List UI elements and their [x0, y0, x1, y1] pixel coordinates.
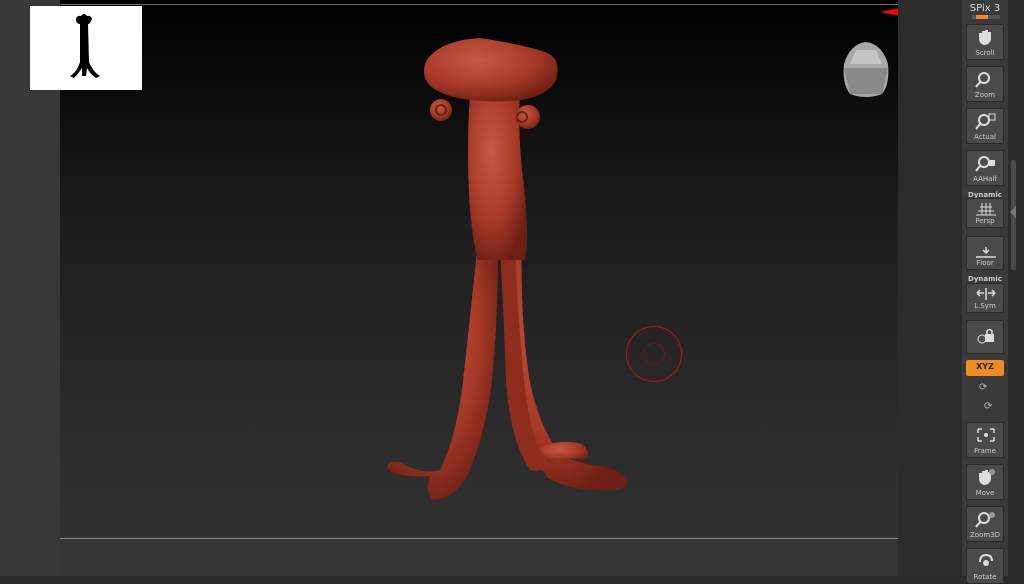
hand-scroll-icon [979, 30, 991, 45]
lsym-dynamic-label: Dynamic [968, 275, 1002, 283]
lsym-button[interactable]: L.Sym [966, 283, 1004, 313]
lock-icon [977, 328, 994, 344]
brush-cursor [626, 326, 682, 382]
xyz-rotate-button[interactable]: XYZ [966, 360, 1004, 376]
y-rotate-icon[interactable]: ⟳ [979, 382, 987, 393]
scroll-button-label: Scroll [975, 49, 995, 57]
zoom-button-label: Zoom [974, 91, 996, 99]
actual-button-label: Actual [974, 133, 996, 141]
lsym-button-label: L.Sym [974, 302, 996, 310]
scroll-button[interactable]: Scroll [966, 24, 1004, 60]
persp-button[interactable]: Persp [966, 198, 1004, 228]
move-button-label: Move [975, 489, 995, 497]
lock-button[interactable] [966, 320, 1004, 354]
zoom3d-button[interactable]: Zoom3D [966, 506, 1004, 542]
persp-button-label: Persp [975, 217, 995, 225]
move-button[interactable]: Move [966, 464, 1004, 500]
magnifier-zoom-icon [975, 72, 990, 88]
spix-label: SPix 3 [969, 3, 1001, 14]
z-rotate-icon[interactable]: ⟳ [984, 401, 992, 412]
right-toolbar: SPix 3 Scroll Zoom Actual AAHalf Dynamic… [962, 0, 1008, 584]
frame-button-label: Frame [974, 447, 996, 455]
spix-slider[interactable] [972, 15, 1000, 19]
floor-button[interactable]: Floor [966, 236, 1004, 270]
toolbar-gap [898, 0, 962, 576]
view-cube-icon[interactable] [838, 40, 894, 100]
magnifier-actual-icon [975, 113, 996, 130]
frame-icon [977, 428, 995, 442]
magnifier-aahalf-icon [975, 156, 995, 172]
brush-inner-ring [643, 343, 665, 365]
zoom3d-icon [975, 512, 995, 528]
frame-button[interactable]: Frame [966, 422, 1004, 458]
floor-button-label: Floor [976, 259, 994, 267]
actual-button[interactable]: Actual [966, 108, 1004, 144]
rotate-icon [979, 553, 993, 566]
collapse-arrow-icon[interactable] [1010, 206, 1016, 218]
zoom-button[interactable]: Zoom [966, 66, 1004, 102]
aahalf-button[interactable]: AAHalf [966, 150, 1004, 186]
hand-move-icon [979, 469, 995, 485]
zoom3d-button-label: Zoom3D [969, 531, 1001, 539]
aahalf-button-label: AAHalf [973, 175, 997, 183]
rotate-button[interactable]: Rotate [966, 548, 1004, 584]
xyz-button-label: XYZ [976, 362, 994, 371]
rotate-button-label: Rotate [973, 573, 997, 581]
spix-slider-fill [976, 15, 988, 19]
